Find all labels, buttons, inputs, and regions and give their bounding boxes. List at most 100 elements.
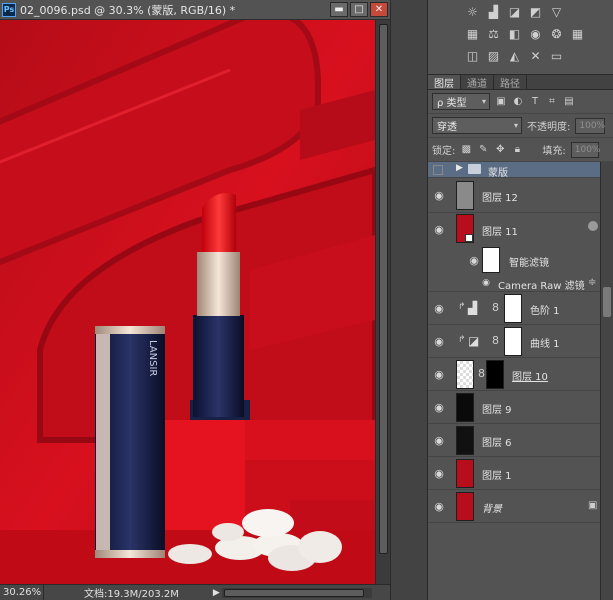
status-menu-arrow-icon[interactable]: ▶	[213, 588, 220, 598]
eye-icon[interactable]: ◉	[433, 368, 445, 381]
lock-brush-icon[interactable]: ✎	[477, 144, 489, 156]
filter-adjustment-icon[interactable]: ◐	[512, 96, 524, 108]
layer-group-row[interactable]: ▶ 蒙版	[428, 162, 600, 179]
background-layer-row[interactable]: ◉ 背景 ▣	[428, 490, 600, 523]
link-icon[interactable]: 8	[492, 301, 499, 314]
fill-field[interactable]: 100%	[570, 141, 600, 158]
vertical-scrollbar[interactable]	[375, 20, 390, 584]
curves-icon[interactable]: ◪	[506, 4, 523, 20]
opacity-field[interactable]: 100%	[575, 117, 606, 134]
layer-row[interactable]: ◉ 图层 1	[428, 457, 600, 490]
layer-name: 蒙版	[488, 168, 508, 179]
folder-icon	[468, 164, 481, 174]
eye-icon[interactable]: ◉	[433, 335, 445, 348]
eye-icon[interactable]: ◉	[480, 277, 492, 289]
layer-thumbnail	[456, 214, 474, 243]
clipping-arrow-icon: ↱	[458, 335, 466, 345]
invert-icon[interactable]: ◫	[464, 48, 481, 64]
layer-row[interactable]: ◉ 图层 11	[428, 213, 600, 245]
minimize-button[interactable]: ▬	[330, 2, 348, 17]
document-window: Ps 02_0096.psd @ 30.3% (蒙版, RGB/16) * ▬ …	[0, 0, 390, 600]
lock-icon: ▣	[588, 500, 598, 511]
tab-layers[interactable]: 图层	[428, 75, 461, 90]
adjustments-panel: ☼ ▟ ◪ ◩ ▽ ▦ ⚖ ◧ ◉ ❂ ▦ ◫ ▨ ◭ ✕ ▭	[428, 0, 613, 75]
panel-tabs: 图层 通道 路径	[428, 75, 613, 90]
filter-kind-value: ρ 类型	[437, 98, 467, 109]
curves-adjustment-icon: ◪	[468, 334, 480, 348]
layer-mask-thumbnail	[486, 360, 504, 389]
eye-icon[interactable]: ◉	[433, 401, 445, 414]
fill-label: 填充:	[542, 146, 566, 157]
tab-channels[interactable]: 通道	[461, 75, 494, 90]
horizontal-scrollbar[interactable]	[222, 588, 372, 598]
blend-row: 穿透 ▾ 不透明度: 100%	[428, 114, 613, 138]
brightness-contrast-icon[interactable]: ☼	[464, 4, 481, 20]
layer-name: 图层 1	[482, 471, 512, 482]
filter-row[interactable]: ◉ Camera Raw 滤镜 ≑	[428, 275, 600, 292]
layer-name: 图层 6	[482, 438, 512, 449]
eye-icon[interactable]: ◉	[433, 467, 445, 480]
expand-arrow-icon[interactable]: ▶	[456, 163, 463, 173]
eye-icon[interactable]: ◉	[433, 302, 445, 315]
layer-mask-thumbnail	[504, 294, 522, 323]
color-balance-icon[interactable]: ⚖	[485, 26, 502, 42]
eye-icon[interactable]: ◉	[433, 500, 445, 513]
filter-options-icon[interactable]: ≑	[588, 277, 596, 288]
layer-name: 曲线 1	[530, 339, 560, 350]
layer-thumbnail	[456, 492, 474, 521]
filter-type-icon[interactable]: T	[529, 96, 541, 108]
filter-smart-object-icon[interactable]: ▤	[563, 96, 575, 108]
threshold-icon[interactable]: ◭	[506, 48, 523, 64]
lock-all-icon[interactable]: 🔒︎	[511, 144, 523, 156]
layer-mask-thumbnail	[504, 327, 522, 356]
posterize-icon[interactable]: ▨	[485, 48, 502, 64]
exposure-icon[interactable]: ◩	[527, 4, 544, 20]
layer-thumbnail	[456, 393, 474, 422]
maximize-button[interactable]: □	[350, 2, 368, 17]
layer-name: 智能滤镜	[509, 258, 549, 269]
eye-icon[interactable]: ◉	[433, 434, 445, 447]
levels-adjustment-icon: ▟	[468, 301, 478, 315]
eye-icon[interactable]: ◉	[433, 189, 445, 202]
filter-kind-select[interactable]: ρ 类型 ▾	[432, 93, 490, 110]
channel-mixer-icon[interactable]: ❂	[548, 26, 565, 42]
lock-transparent-icon[interactable]: ▩	[460, 144, 472, 156]
black-white-icon[interactable]: ◧	[506, 26, 523, 42]
chevron-down-icon: ▾	[513, 121, 518, 130]
layer-row[interactable]: ◉ 图层 12	[428, 178, 600, 213]
layer-row[interactable]: ◉ 图层 9	[428, 391, 600, 424]
smart-filters-row[interactable]: ◉ 智能滤镜	[428, 245, 600, 275]
link-icon[interactable]: 8	[478, 367, 485, 380]
visibility-off-box[interactable]	[433, 165, 443, 175]
zoom-level[interactable]: 30.26%	[0, 585, 44, 600]
layer-name: 图层 10	[512, 372, 548, 383]
selective-color-icon[interactable]: ✕	[527, 48, 544, 64]
eye-icon[interactable]: ◉	[433, 223, 445, 236]
gradient-map-icon[interactable]: ▭	[548, 48, 565, 64]
artwork-canvas[interactable]: LANSIR	[0, 20, 375, 584]
vibrance-icon[interactable]: ▽	[548, 4, 565, 20]
filter-pixel-icon[interactable]: ▣	[495, 96, 507, 108]
layer-name: Camera Raw 滤镜	[498, 281, 585, 292]
filter-shape-icon[interactable]: ⌗	[546, 96, 558, 108]
clipping-arrow-icon: ↱	[458, 302, 466, 312]
layer-list: ▶ 蒙版 ◉ 图层 12 ◉ 图层 11 ◉ 智能滤镜 ◉ Camera Raw…	[428, 162, 613, 600]
adjustment-layer-row[interactable]: ◉ ↱ ◪ 8 曲线 1	[428, 325, 600, 358]
tab-paths[interactable]: 路径	[494, 75, 527, 90]
document-titlebar[interactable]: Ps 02_0096.psd @ 30.3% (蒙版, RGB/16) * ▬ …	[0, 0, 390, 20]
close-button[interactable]: ✕	[370, 2, 388, 17]
lock-move-icon[interactable]: ✥	[494, 144, 506, 156]
lock-row: 锁定: ▩ ✎ ✥ 🔒︎ 填充: 100%	[428, 138, 613, 162]
layer-row[interactable]: ◉ 图层 6	[428, 424, 600, 457]
color-lookup-icon[interactable]: ▦	[569, 26, 586, 42]
levels-icon[interactable]: ▟	[485, 4, 502, 20]
adjustment-layer-row[interactable]: ◉ ↱ ▟ 8 色阶 1	[428, 292, 600, 325]
photo-filter-icon[interactable]: ◉	[527, 26, 544, 42]
hue-saturation-icon[interactable]: ▦	[464, 26, 481, 42]
layer-row[interactable]: ◉ 8 图层 10	[428, 358, 600, 391]
blend-mode-select[interactable]: 穿透 ▾	[432, 117, 522, 134]
eye-icon[interactable]: ◉	[468, 254, 480, 267]
photoshop-logo-icon: Ps	[2, 2, 16, 17]
link-icon[interactable]: 8	[492, 334, 499, 347]
smart-filter-indicator-icon[interactable]	[588, 221, 598, 231]
